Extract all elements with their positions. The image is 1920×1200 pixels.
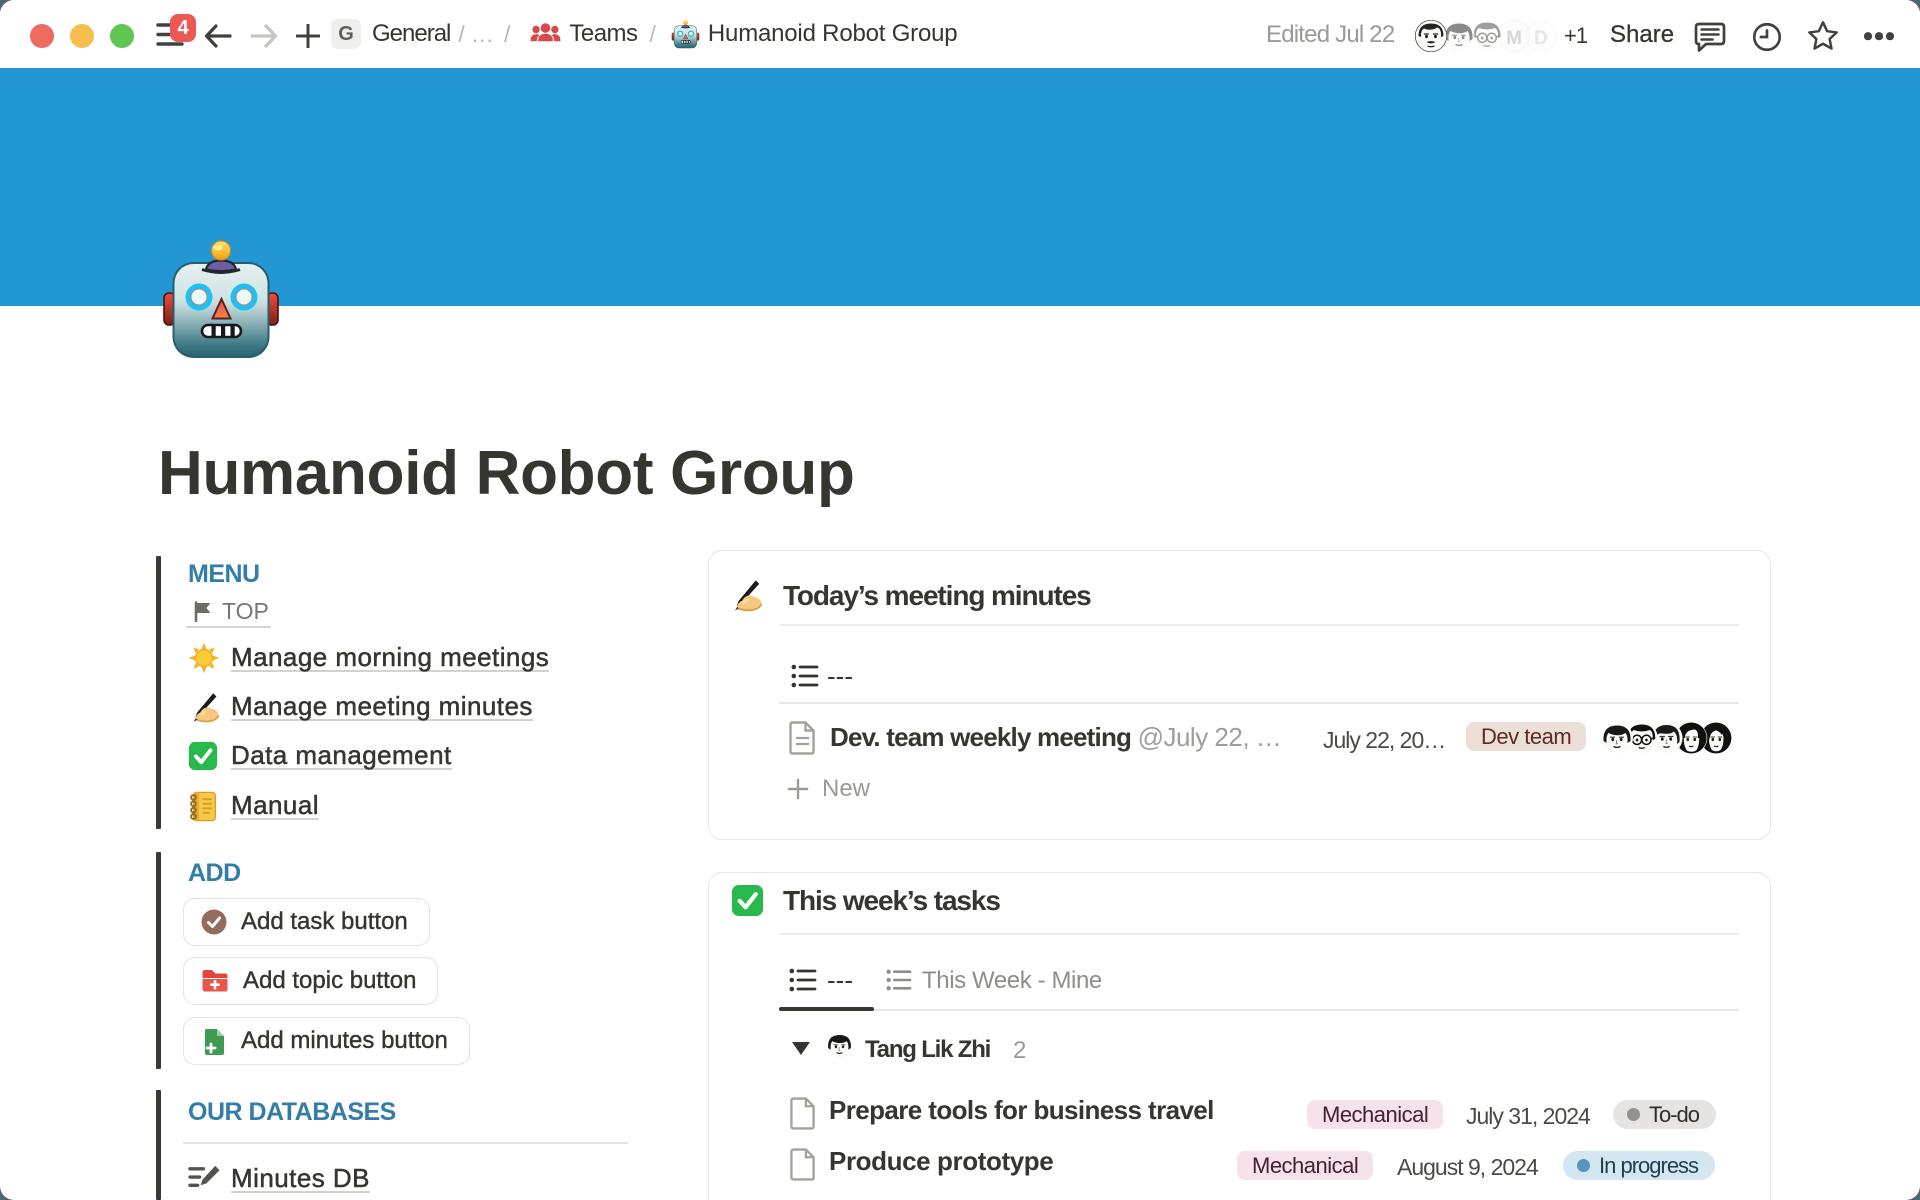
svg-text:M: M <box>1506 28 1522 49</box>
svg-text:D: D <box>1534 28 1548 49</box>
